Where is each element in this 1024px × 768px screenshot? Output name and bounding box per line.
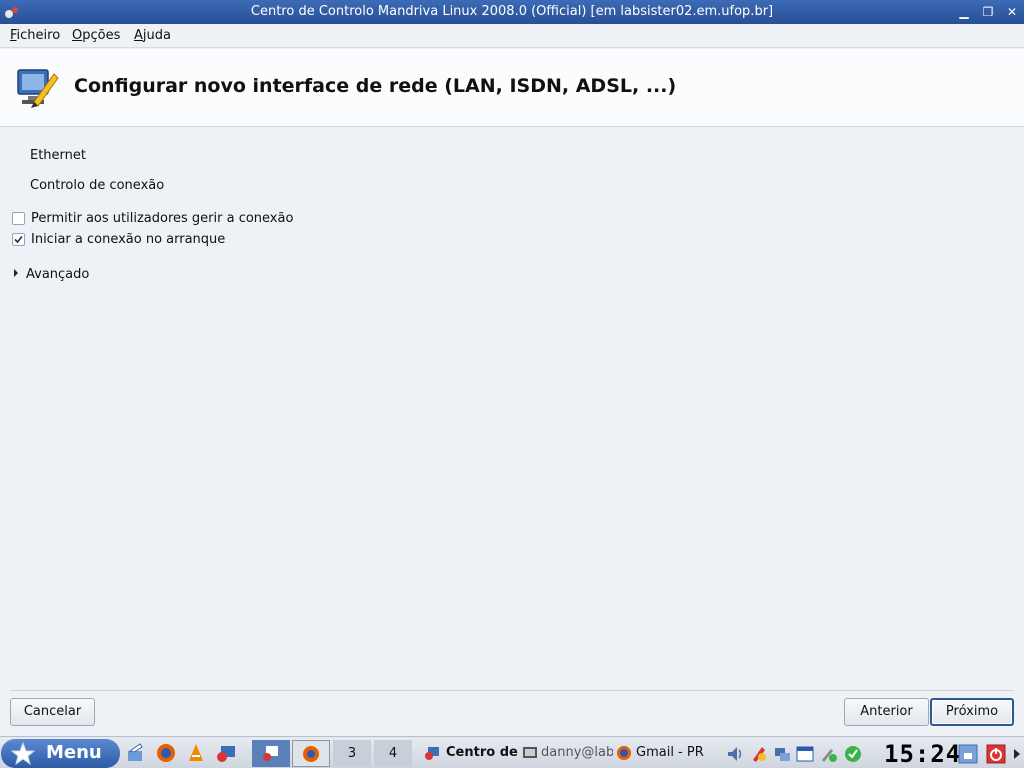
firefox-launcher-icon[interactable] — [156, 743, 176, 763]
clock[interactable]: 15:24 — [884, 740, 961, 768]
menu-ficheiro[interactable]: Ficheiro — [10, 28, 60, 43]
workspace-2[interactable] — [292, 740, 330, 767]
close-icon[interactable]: ✕ — [1004, 4, 1020, 20]
tools-icon[interactable] — [820, 745, 838, 763]
update-icon[interactable] — [750, 745, 768, 763]
wizard-header: Configurar novo interface de rede (LAN, … — [0, 49, 1024, 127]
workspace-4[interactable]: 4 — [374, 740, 412, 767]
menu-ajuda[interactable]: Ajuda — [134, 28, 171, 43]
network-icon[interactable] — [773, 745, 791, 763]
section-connection-control: Controlo de conexão — [30, 178, 165, 193]
task-terminal[interactable]: danny@lab — [541, 745, 613, 760]
control-center-launcher-icon[interactable] — [216, 743, 236, 763]
window-titlebar[interactable]: Centro de Controlo Mandriva Linux 2008.0… — [0, 0, 1024, 24]
menubar: Ficheiro Opções Ajuda — [0, 24, 1024, 48]
checkmark-icon — [14, 235, 23, 244]
section-ethernet: Ethernet — [30, 148, 86, 163]
logout-icon[interactable] — [986, 744, 1006, 764]
vlc-launcher-icon[interactable] — [186, 743, 206, 763]
taskbar: Menu 3 4 Centro de danny@lab Gmail - PR — [0, 736, 1024, 768]
menu-opcoes[interactable]: Opções — [72, 28, 120, 43]
desktop-launcher-icon[interactable] — [126, 743, 146, 763]
workspace-window-icon — [263, 746, 278, 761]
page-title: Configurar novo interface de rede (LAN, … — [74, 75, 677, 97]
calendar-icon[interactable] — [796, 745, 814, 763]
lock-screen-icon[interactable] — [958, 744, 978, 764]
workspace-3[interactable]: 3 — [333, 740, 371, 767]
advanced-label[interactable]: Avançado — [26, 267, 89, 282]
previous-button[interactable]: Anterior — [844, 698, 929, 726]
cancel-button[interactable]: Cancelar — [10, 698, 95, 726]
start-on-boot-checkbox[interactable] — [12, 233, 25, 246]
maximize-icon[interactable]: ❐ — [980, 4, 996, 20]
next-button[interactable]: Próximo — [930, 698, 1014, 726]
firefox-task-icon — [617, 746, 631, 760]
button-separator — [10, 690, 1014, 691]
workspace-1[interactable] — [252, 740, 290, 767]
security-ok-icon[interactable] — [844, 745, 862, 763]
minimize-icon[interactable]: ▁ — [956, 4, 972, 20]
allow-users-label[interactable]: Permitir aos utilizadores gerir a conexã… — [31, 211, 293, 226]
task-control-center[interactable]: Centro de — [446, 745, 518, 760]
network-config-icon — [17, 69, 59, 108]
window-title: Centro de Controlo Mandriva Linux 2008.0… — [250, 4, 774, 19]
task-gmail[interactable]: Gmail - PR — [636, 745, 722, 760]
control-center-task-icon — [425, 747, 439, 760]
terminal-task-icon — [523, 747, 537, 758]
chevron-right-icon[interactable] — [1012, 747, 1022, 761]
allow-users-checkbox[interactable] — [12, 212, 25, 225]
expander-arrow-icon[interactable] — [14, 269, 18, 277]
volume-icon[interactable] — [726, 745, 744, 763]
star-icon — [11, 742, 35, 766]
workspace-firefox-icon — [303, 746, 319, 762]
start-on-boot-label[interactable]: Iniciar a conexão no arranque — [31, 232, 225, 247]
menu-label: Menu — [46, 742, 102, 763]
start-menu-button[interactable]: Menu — [1, 739, 120, 768]
